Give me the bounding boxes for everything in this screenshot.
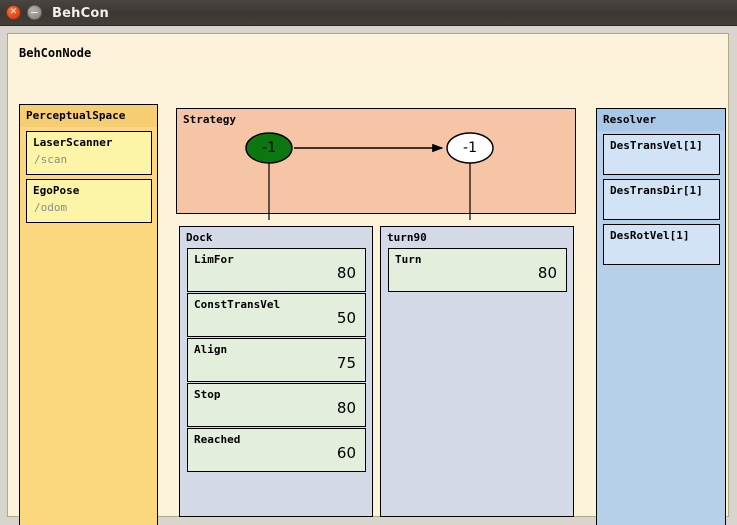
behavior-item-limfor[interactable]: LimFor 80 [187,248,366,292]
panel-behavior-dock[interactable]: Dock LimFor 80 ConstTransVel 50 Align 75… [179,226,373,517]
behavior-group-title: Dock [186,231,213,244]
behavior-name: Turn [395,253,422,266]
behavior-value: 50 [336,309,356,327]
behavior-name: Align [194,343,228,356]
behavior-value: 80 [336,264,356,282]
behavior-value: 75 [336,354,356,372]
resolver-output-desrotvel[interactable]: DesRotVel[1] [603,224,720,265]
behavior-value: 80 [537,264,557,282]
application-window: ✕ − BehCon BehConNode PerceptualSpace La… [0,0,737,525]
resolver-output-name: DesTransVel[1] [610,139,703,152]
root-node-label: BehConNode [19,46,92,60]
behavior-item-reached[interactable]: Reached 60 [187,428,366,472]
resolver-title: Resolver [603,113,656,126]
sensor-name: EgoPose [33,184,80,197]
behavior-name: ConstTransVel [194,298,281,311]
window-close-button[interactable]: ✕ [6,5,21,20]
title-bar: ✕ − BehCon [0,0,737,26]
behavior-name: Reached [194,433,241,446]
window-title: BehCon [52,5,109,21]
minimize-icon: − [29,5,40,19]
resolver-output-destransvel[interactable]: DesTransVel[1] [603,134,720,175]
window-body: BehConNode PerceptualSpace LaserScanner … [0,26,737,525]
panel-resolver[interactable]: Resolver DesTransVel[1] DesTransDir[1] D… [596,108,726,525]
resolver-output-name: DesRotVel[1] [610,229,690,242]
behavior-item-turn[interactable]: Turn 80 [388,248,567,292]
behavior-value: 80 [336,399,356,417]
sensor-item-egopose[interactable]: EgoPose /odom [26,179,152,223]
diagram-canvas: BehConNode PerceptualSpace LaserScanner … [7,33,729,525]
perceptual-space-title: PerceptualSpace [26,109,126,122]
behavior-item-stop[interactable]: Stop 80 [187,383,366,427]
behavior-value: 60 [336,444,356,462]
panel-perceptual-space[interactable]: PerceptualSpace LaserScanner /scan EgoPo… [19,104,158,525]
behavior-item-align[interactable]: Align 75 [187,338,366,382]
window-minimize-button[interactable]: − [27,5,42,20]
sensor-topic: /scan [34,153,68,166]
sensor-topic: /odom [34,201,68,214]
panel-strategy[interactable]: Strategy [176,108,576,214]
resolver-output-destransdir[interactable]: DesTransDir[1] [603,179,720,220]
behavior-name: LimFor [194,253,234,266]
strategy-title: Strategy [183,113,236,126]
sensor-item-laserscanner[interactable]: LaserScanner /scan [26,131,152,175]
behavior-item-consttransvel[interactable]: ConstTransVel 50 [187,293,366,337]
resolver-output-name: DesTransDir[1] [610,184,703,197]
panel-behavior-turn90[interactable]: turn90 Turn 80 [380,226,574,517]
close-icon: ✕ [9,7,18,17]
behavior-group-title: turn90 [387,231,427,244]
behavior-name: Stop [194,388,221,401]
sensor-name: LaserScanner [33,136,113,149]
